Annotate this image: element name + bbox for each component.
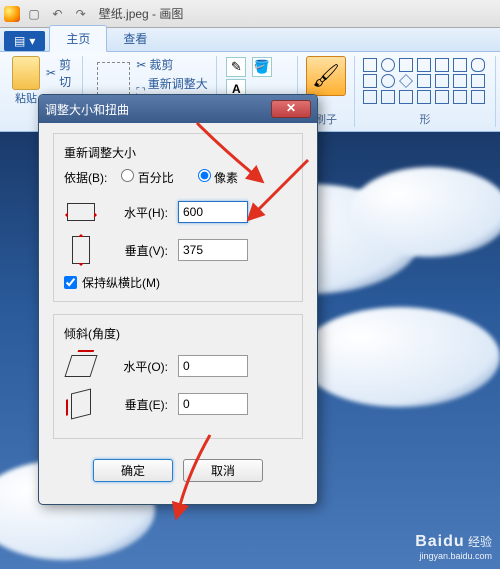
skew-h-input[interactable] [178, 355, 248, 377]
brush-button[interactable]: 🖌 [306, 56, 346, 96]
resize-legend: 重新调整大小 [64, 144, 292, 161]
ribbon-tabs: ▤▾ 主页 查看 [0, 28, 500, 52]
horizontal-icon [67, 203, 95, 221]
close-button[interactable]: ✕ [271, 100, 311, 118]
radio-percent[interactable]: 百分比 [121, 169, 173, 186]
window-title: 壁纸.jpeg - 画图 [99, 5, 184, 22]
skew-h-label: 水平(O): [108, 358, 168, 375]
cut-button[interactable]: ✂剪切 [46, 56, 74, 90]
app-icon [4, 6, 20, 22]
skew-v-label: 垂直(E): [108, 396, 168, 413]
group-shapes: 形 [355, 56, 496, 127]
vertical-input[interactable] [178, 239, 248, 261]
quick-access-toolbar: ▢ ↶ ↷ [24, 5, 91, 23]
save-icon[interactable]: ▢ [25, 5, 43, 23]
skew-v-input[interactable] [178, 393, 248, 415]
vertical-icon [72, 236, 90, 264]
skew-fieldset: 倾斜(角度) 水平(O): 垂直(E): [53, 314, 303, 439]
cancel-button[interactable]: 取消 [183, 459, 263, 482]
tab-home[interactable]: 主页 [49, 25, 107, 52]
skew-v-icon [71, 389, 91, 420]
undo-icon[interactable]: ↶ [48, 5, 66, 23]
ok-button[interactable]: 确定 [93, 459, 173, 482]
dialog-titlebar[interactable]: 调整大小和扭曲 ✕ [39, 95, 317, 123]
horizontal-input[interactable] [178, 201, 248, 223]
bucket-icon[interactable]: 🪣 [252, 57, 272, 77]
shapes-gallery[interactable] [363, 56, 487, 104]
crop-button[interactable]: ✂裁剪 [136, 56, 208, 73]
basis-label: 依据(B): [64, 169, 107, 186]
aspect-checkbox[interactable]: 保持纵横比(M) [64, 274, 292, 291]
radio-pixels[interactable]: 像素 [198, 169, 238, 186]
scissors-icon: ✂ [46, 66, 56, 80]
dialog-title: 调整大小和扭曲 [45, 101, 271, 118]
aspect-input[interactable] [64, 276, 77, 289]
tab-view[interactable]: 查看 [107, 26, 163, 51]
crop-icon: ✂ [136, 58, 146, 72]
paste-icon[interactable] [12, 56, 40, 90]
resize-skew-dialog: 调整大小和扭曲 ✕ 重新调整大小 依据(B): 百分比 像素 水平(H): 垂直… [38, 94, 318, 505]
file-menu[interactable]: ▤▾ [4, 31, 45, 51]
window-titlebar: ▢ ↶ ↷ 壁纸.jpeg - 画图 [0, 0, 500, 28]
redo-icon[interactable]: ↷ [72, 5, 90, 23]
skew-legend: 倾斜(角度) [64, 325, 292, 342]
pencil-icon[interactable]: ✎ [226, 57, 246, 77]
skew-h-icon [64, 355, 97, 377]
watermark: Baidu 经验 jingyan.baidu.com [415, 533, 492, 561]
h-label: 水平(H): [108, 204, 168, 221]
v-label: 垂直(V): [108, 242, 168, 259]
resize-fieldset: 重新调整大小 依据(B): 百分比 像素 水平(H): 垂直(V): 保持纵横比… [53, 133, 303, 302]
